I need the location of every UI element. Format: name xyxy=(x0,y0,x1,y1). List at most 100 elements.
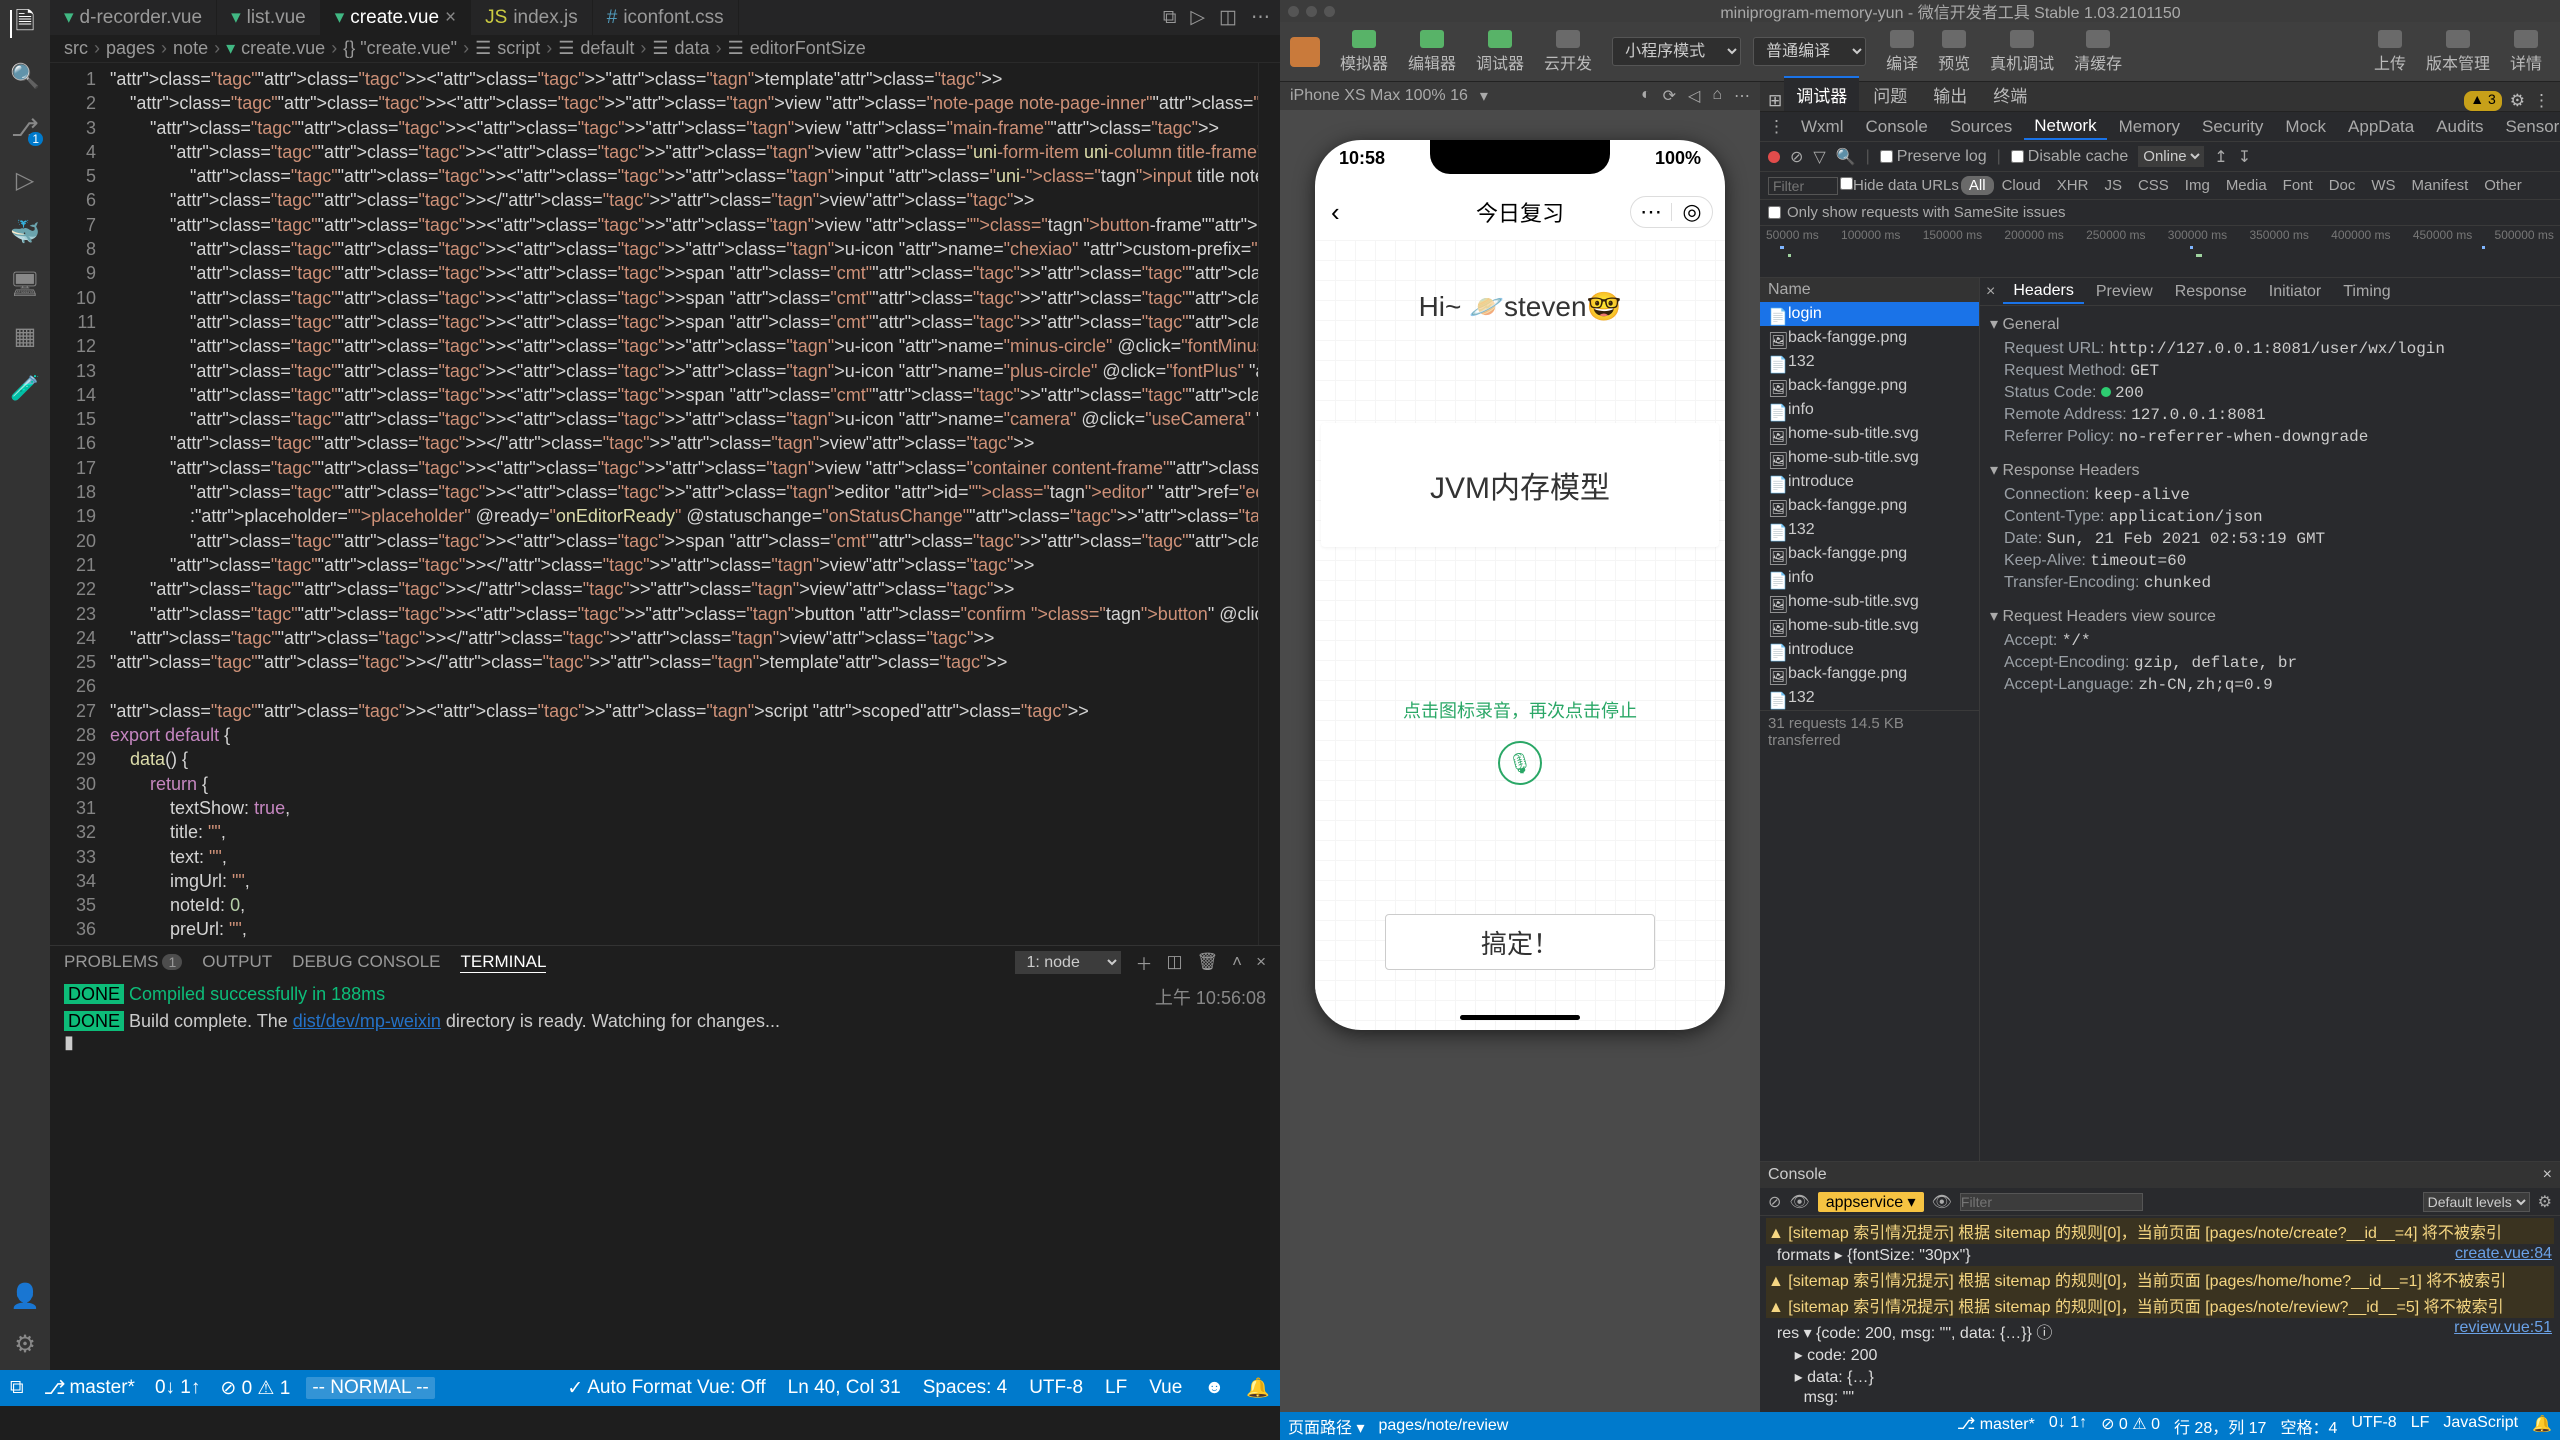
request-detail[interactable]: ×HeadersPreviewResponseInitiatorTiming ▾… xyxy=(1980,278,2560,1161)
sim-home-icon[interactable]: ⌂ xyxy=(1712,86,1722,106)
dt-tab-debugger[interactable]: 调试器 xyxy=(1784,76,1859,111)
dt-tab-sensor[interactable]: Sensor xyxy=(2495,115,2560,139)
problems-status[interactable]: ⊘ 0 ⚠ 1 xyxy=(216,1377,294,1400)
console-level[interactable]: Default levels xyxy=(2423,1192,2530,1212)
type-doc[interactable]: Doc xyxy=(2321,176,2364,195)
wx-indent[interactable]: 空格：4 xyxy=(2280,1414,2337,1438)
review-card[interactable]: JVM内存模型 xyxy=(1321,423,1719,547)
dt-tab-memory[interactable]: Memory xyxy=(2109,115,2190,139)
request-row[interactable]: 🖼back-fangge.png xyxy=(1760,326,1979,350)
console-gear-icon[interactable]: ⚙ xyxy=(2538,1192,2552,1212)
dt-tab-wxml[interactable]: Wxml xyxy=(1791,115,1853,139)
request-row[interactable]: 🖼home-sub-title.svg xyxy=(1760,446,1979,470)
nav-back-icon[interactable]: ‹ xyxy=(1331,197,1340,228)
request-row[interactable]: 🖼back-fangge.png xyxy=(1760,542,1979,566)
tab-d-recorder[interactable]: ▾d-recorder.vue xyxy=(50,0,217,35)
dt-tab-terminal[interactable]: 终端 xyxy=(1981,78,2039,111)
dt-tab-problems[interactable]: 问题 xyxy=(1861,78,1919,111)
sim-back-icon[interactable]: ◁ xyxy=(1688,86,1700,106)
type-font[interactable]: Font xyxy=(2275,176,2321,195)
feedback-icon[interactable]: ☻ xyxy=(1200,1377,1228,1399)
debug-icon[interactable]: ▷ xyxy=(11,166,39,194)
test-icon[interactable]: 🧪 xyxy=(11,374,39,402)
bell-icon[interactable]: 🔔 xyxy=(1242,1376,1274,1400)
request-row[interactable]: 🖼back-fangge.png xyxy=(1760,374,1979,398)
panel-tab-output[interactable]: OUTPUT xyxy=(202,952,272,972)
detail-tab-response[interactable]: Response xyxy=(2165,281,2257,303)
console-clear-icon[interactable]: ⊘ xyxy=(1768,1192,1781,1212)
filter-input[interactable] xyxy=(1768,177,1838,195)
panel-tab-debugconsole[interactable]: DEBUG CONSOLE xyxy=(292,952,440,972)
type-all[interactable]: All xyxy=(1961,176,1994,195)
tab-list[interactable]: ▾list.vue xyxy=(217,0,321,35)
autoformat[interactable]: ✓ Auto Format Vue: Off xyxy=(563,1377,769,1400)
sim-mute-icon[interactable]: ◐ xyxy=(1641,86,1651,106)
type-img[interactable]: Img xyxy=(2177,176,2218,195)
download-icon[interactable]: ↧ xyxy=(2238,147,2251,167)
type-css[interactable]: CSS xyxy=(2130,176,2177,195)
split-icon[interactable]: ◫ xyxy=(1219,6,1237,29)
git-sync[interactable]: 0↓ 1↑ xyxy=(151,1377,204,1399)
gear-icon[interactable]: ⚙ xyxy=(11,1330,39,1358)
encoding[interactable]: UTF-8 xyxy=(1025,1377,1087,1399)
request-row[interactable]: 📄introduce xyxy=(1760,638,1979,662)
request-row[interactable]: 📄132 xyxy=(1760,686,1979,710)
detail-tab-initiator[interactable]: Initiator xyxy=(2259,281,2331,303)
capsule[interactable]: ⋯◎ xyxy=(1630,196,1713,228)
filter-toggle-icon[interactable]: ▽ xyxy=(1813,147,1825,167)
sim-rotate-icon[interactable]: ⟳ xyxy=(1663,86,1676,106)
traffic-lights[interactable] xyxy=(1288,6,1335,17)
close-icon[interactable]: × xyxy=(445,7,456,29)
sim-more-icon[interactable]: ⋯ xyxy=(1734,86,1750,106)
tb-debugger[interactable]: 调试器 xyxy=(1468,28,1532,76)
wx-encoding[interactable]: UTF-8 xyxy=(2351,1414,2396,1438)
tb-preview[interactable]: 预览 xyxy=(1930,28,1978,76)
tb-editor[interactable]: 编辑器 xyxy=(1400,28,1464,76)
console-body[interactable]: ▲ [sitemap 索引情况提示] 根据 sitemap 的规则[0]，当前页… xyxy=(1760,1216,2560,1412)
request-row[interactable]: 🖼back-fangge.png xyxy=(1760,494,1979,518)
remote-status[interactable]: ⧉ xyxy=(6,1377,28,1399)
tb-compile[interactable]: 编译 xyxy=(1878,28,1926,76)
clear-icon[interactable]: ⊘ xyxy=(1790,147,1803,167)
request-row[interactable]: 📄info xyxy=(1760,566,1979,590)
disable-cache[interactable]: Disable cache xyxy=(2011,148,2129,166)
account-icon[interactable]: 👤 xyxy=(11,1282,39,1310)
avatar[interactable] xyxy=(1290,37,1320,67)
type-xhr[interactable]: XHR xyxy=(2049,176,2097,195)
search-icon[interactable]: 🔍 xyxy=(1836,147,1856,167)
preserve-log[interactable]: Preserve log xyxy=(1880,148,1987,166)
language-mode[interactable]: Vue xyxy=(1145,1377,1186,1399)
indent[interactable]: Spaces: 4 xyxy=(919,1377,1012,1399)
detail-tab-headers[interactable]: Headers xyxy=(2003,280,2083,304)
type-ws[interactable]: WS xyxy=(2363,176,2403,195)
network-timeline[interactable]: 50000 ms100000 ms150000 ms200000 ms25000… xyxy=(1760,226,2560,278)
split-terminal-icon[interactable]: ◫ xyxy=(1166,952,1182,972)
wx-bell-icon[interactable]: 🔔 xyxy=(2532,1414,2552,1438)
tab-index-js[interactable]: JSindex.js xyxy=(471,0,593,35)
hide-data-urls[interactable]: Hide data URLs xyxy=(1840,177,1959,194)
request-row[interactable]: 📄login xyxy=(1760,302,1979,326)
trash-icon[interactable]: 🗑 xyxy=(1197,952,1219,972)
terminal-body[interactable]: DONE Compiled successfully in 188ms上午 10… xyxy=(50,978,1280,1370)
console-live-icon[interactable]: 👁 xyxy=(1932,1192,1952,1212)
done-button[interactable]: 搞定！ xyxy=(1385,914,1655,970)
panel-tab-terminal[interactable]: TERMINAL xyxy=(460,952,546,973)
request-row[interactable]: 📄introduce xyxy=(1760,470,1979,494)
type-cloud[interactable]: Cloud xyxy=(1994,176,2049,195)
request-row[interactable]: 📄info xyxy=(1760,398,1979,422)
wx-lang[interactable]: JavaScript xyxy=(2443,1414,2518,1438)
request-row[interactable]: 🖼back-fangge.png xyxy=(1760,662,1979,686)
console-eye-icon[interactable]: 👁 xyxy=(1789,1192,1809,1212)
docker-icon[interactable]: 🐳 xyxy=(11,218,39,246)
explorer-icon[interactable]: 🗎 xyxy=(10,10,38,38)
tb-remote[interactable]: 真机调试 xyxy=(1982,28,2062,76)
terminal-select[interactable]: 1: node xyxy=(1015,951,1121,974)
mic-icon[interactable]: 🎙 xyxy=(1498,741,1542,785)
breadcrumb[interactable]: src› pages› note› ▾create.vue› {} "creat… xyxy=(50,35,1280,63)
request-row[interactable]: 🖼home-sub-title.svg xyxy=(1760,422,1979,446)
tb-simulator[interactable]: 模拟器 xyxy=(1332,28,1396,76)
dt-tab-output[interactable]: 输出 xyxy=(1921,78,1979,111)
close-panel-icon[interactable]: × xyxy=(1256,952,1266,972)
remote-icon[interactable]: 🖥 xyxy=(11,270,39,298)
detail-tab-preview[interactable]: Preview xyxy=(2086,281,2163,303)
